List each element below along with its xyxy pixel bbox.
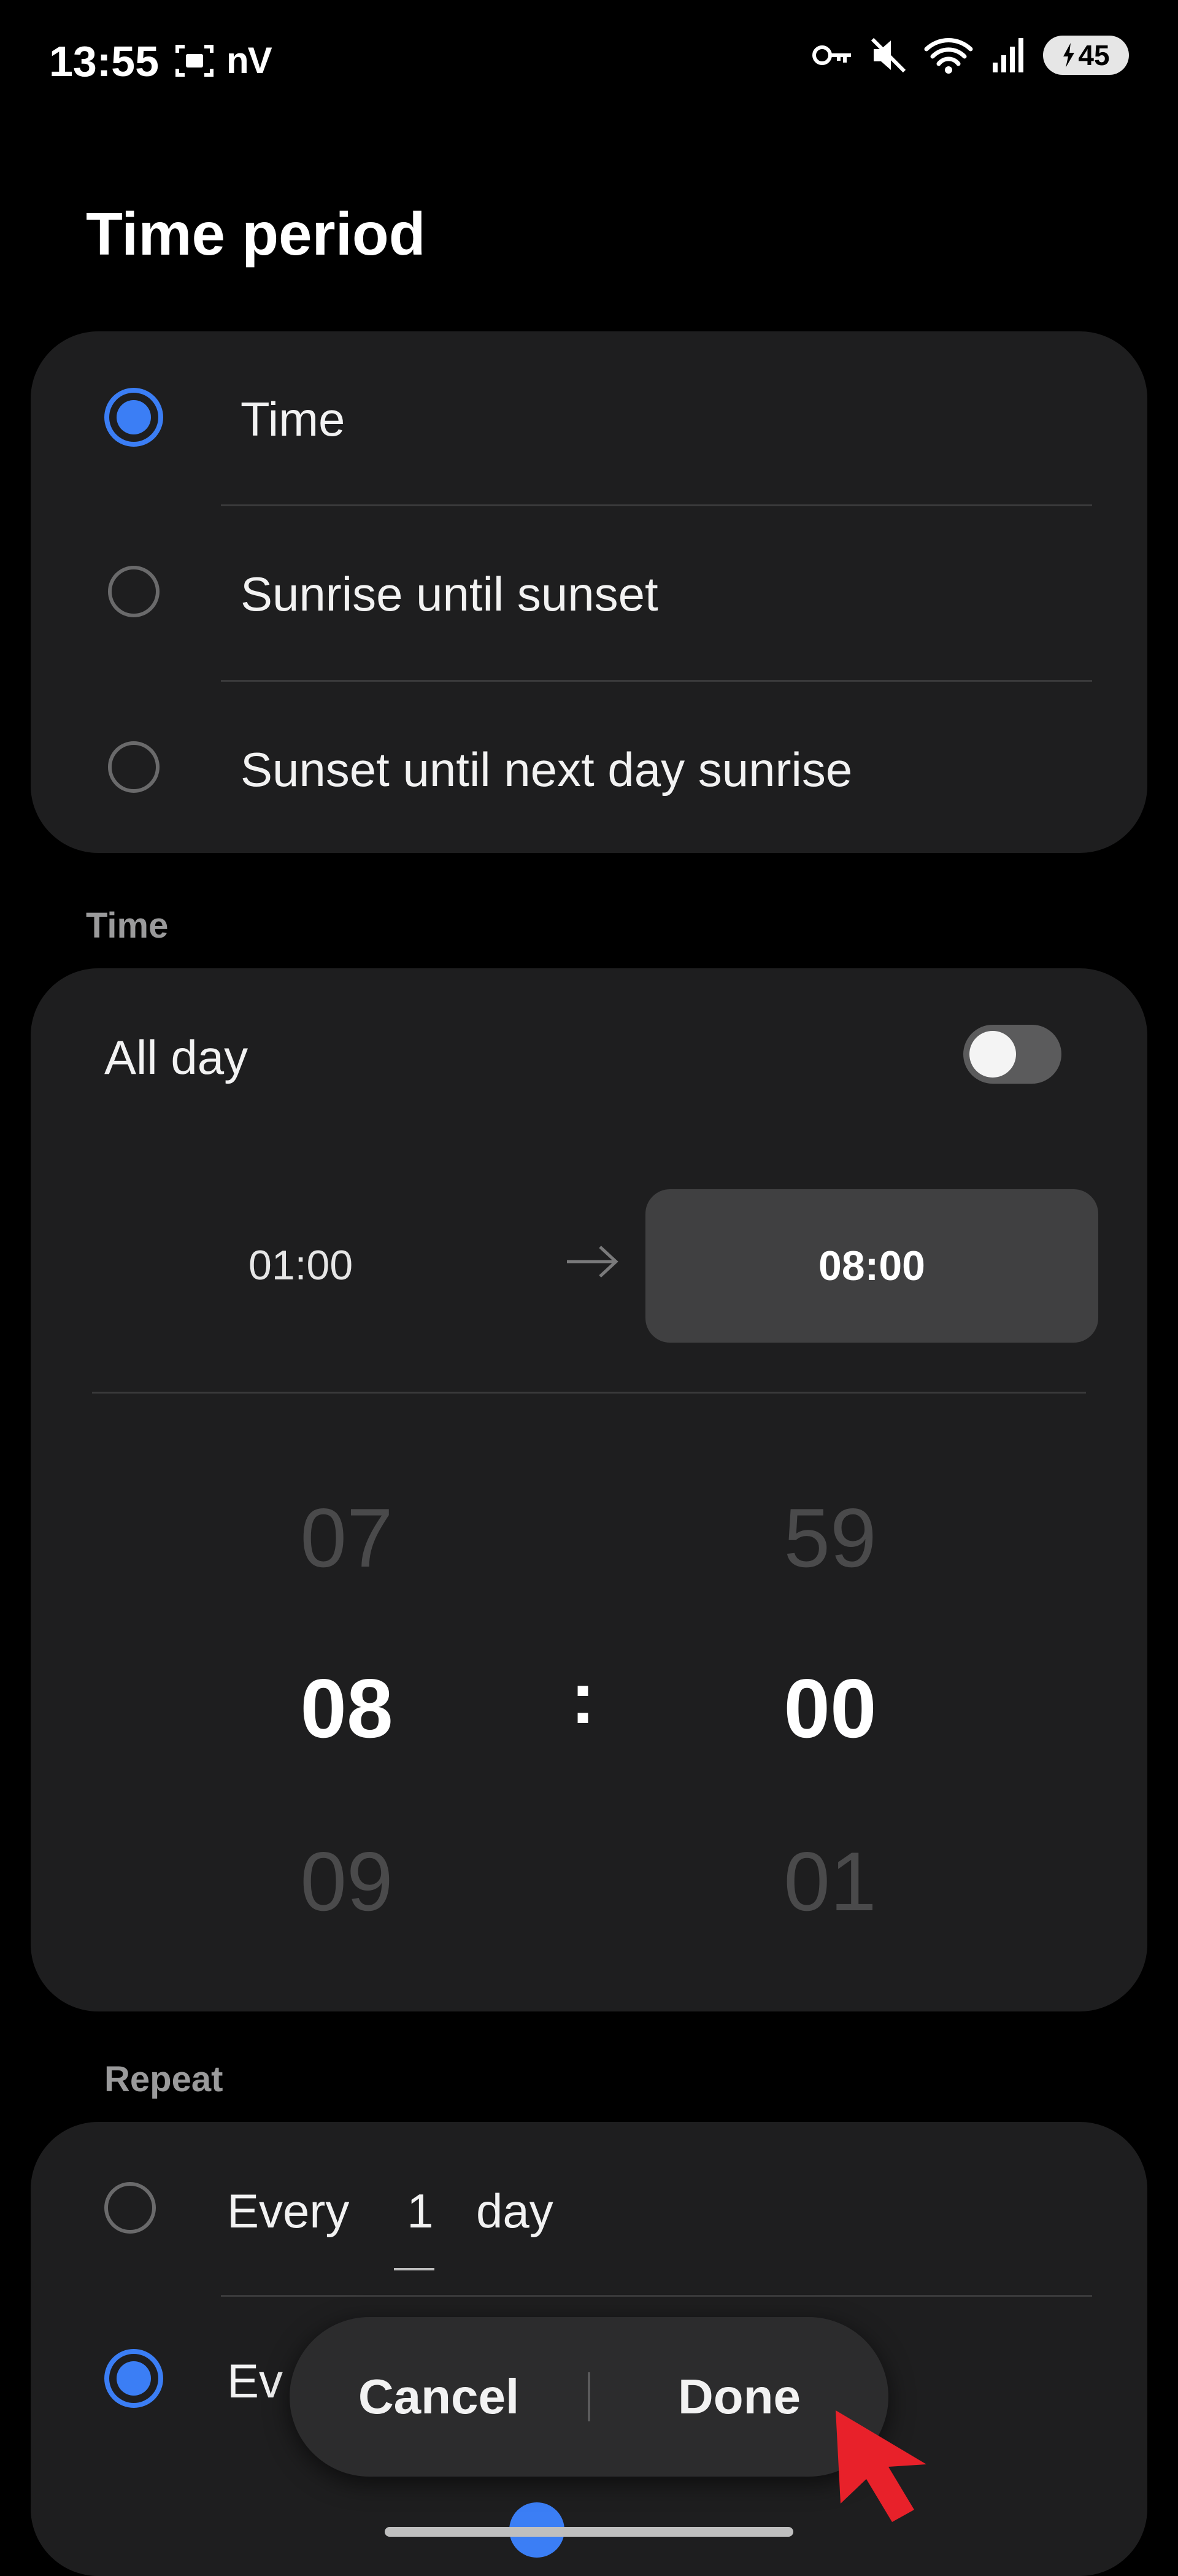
signal-icon [993,38,1023,72]
repeat-section-header: Repeat [104,2059,223,2099]
page-title: Time period [86,200,426,268]
battery-indicator: 45 [1043,36,1129,75]
count-underline [394,2268,434,2270]
mute-icon [871,37,906,73]
every-day-count-input[interactable]: 1 [393,2183,448,2239]
home-indicator[interactable] [385,2527,793,2537]
pointer-cursor-icon [836,2410,926,2522]
option-sunset-sunrise[interactable]: Sunset until next day sunrise [31,682,1147,853]
divider [92,1392,1086,1394]
radio-every-day[interactable] [104,2182,156,2234]
all-day-row[interactable]: All day [31,968,1147,1109]
status-time: 13:55 [49,37,160,85]
radio-sunrise-sunset[interactable] [108,566,160,617]
minute-prev[interactable]: 59 [738,1490,922,1586]
option-time[interactable]: Time [31,331,1147,503]
every-unit: day [476,2184,553,2238]
all-day-toggle[interactable] [963,1025,1061,1084]
cancel-button[interactable]: Cancel [290,2369,588,2425]
status-left-text: nV [226,40,272,81]
status-right-icons: 45 [811,36,1129,75]
charging-icon [1063,43,1075,67]
radio-second-option-selected[interactable] [104,2349,163,2408]
key-icon [812,45,851,65]
end-time-button[interactable]: 08:00 [645,1189,1098,1343]
screenshot-icon [175,44,214,77]
option-sunrise-sunset-label: Sunrise until sunset [241,567,658,621]
wifi-icon [924,38,973,74]
hour-selected[interactable]: 08 [255,1660,439,1756]
option-sunrise-sunset[interactable]: Sunrise until sunset [31,506,1147,678]
time-period-card: Time Sunrise until sunset Sunset until n… [31,331,1147,853]
every-word: Every [227,2184,350,2238]
battery-level: 45 [1078,39,1110,71]
time-card: All day 01:00 08:00 07 08 09 : 59 00 01 [31,968,1147,2011]
radio-sunset-sunrise[interactable] [108,741,160,793]
toggle-knob [969,1031,1016,1078]
second-option-label: Ev [227,2354,283,2408]
hour-prev[interactable]: 07 [255,1490,439,1586]
time-section-header: Time [86,906,169,946]
all-day-label: All day [104,1030,248,1084]
radio-time-selected[interactable] [104,388,163,447]
arrow-right-icon [567,1246,618,1278]
status-left-icons: nV [175,39,272,82]
repeat-every-day-option[interactable]: Every 1 day [31,2122,1147,2294]
option-sunset-sunrise-label: Sunset until next day sunrise [241,742,853,796]
action-bar: Cancel Done [290,2317,888,2477]
time-separator: : [571,1657,595,1739]
minute-selected[interactable]: 00 [738,1660,922,1756]
option-time-label: Time [241,392,345,446]
start-time[interactable]: 01:00 [248,1241,353,1289]
minute-next[interactable]: 01 [738,1834,922,1929]
hour-next[interactable]: 09 [255,1834,439,1929]
